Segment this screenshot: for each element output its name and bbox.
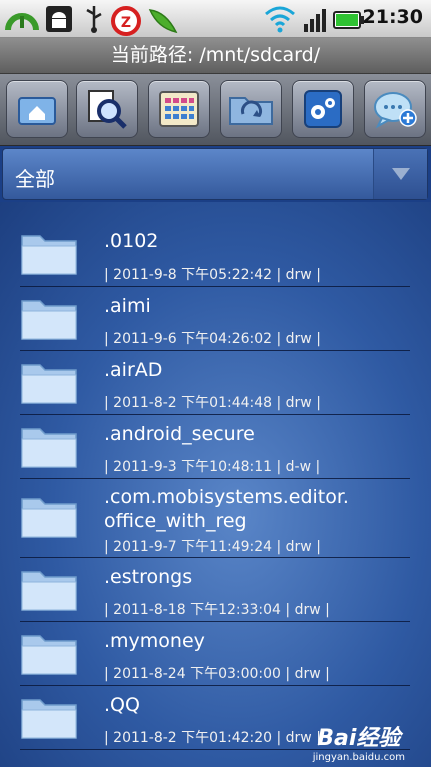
file-list: .0102 | 2011-9-8 下午05:22:42 | drw | .aim… [0,202,431,767]
file-meta: | 2011-9-7 下午11:49:24 | drw | [104,539,321,555]
file-meta: | 2011-9-8 下午05:22:42 | drw | [104,267,321,283]
watermark-logo: Bai经验 [317,726,401,751]
watermark-url: jingyan.baidu.com [312,752,405,763]
file-name: .QQ [104,694,140,716]
list-item[interactable]: .com.mobisystems.editor. office_with_reg… [20,479,410,558]
folder-icon [21,699,77,739]
wifi-icon [265,6,295,33]
usb-icon [86,6,102,33]
folder-icon [21,235,77,275]
list-item[interactable]: .estrongs | 2011-8-18 下午12:33:04 | drw | [20,558,410,622]
file-name: .estrongs [104,566,193,588]
list-item[interactable]: .aimi | 2011-9-6 下午04:26:02 | drw | [20,287,410,351]
status-ring-icon [5,13,39,31]
clock: 21:30 [362,6,423,28]
home-icon [18,97,56,125]
peapod-icon [148,9,178,34]
folder-icon [21,428,77,468]
file-name-line2: office_with_reg [104,510,247,532]
folder-refresh-icon [229,97,273,125]
signal-icon [304,9,326,32]
watermark: Bai经验 jingyan.baidu.com [313,720,405,763]
list-item[interactable]: .android_secure | 2011-9-3 下午10:48:11 | … [20,415,410,479]
tools-icon [304,90,342,128]
folder-icon [21,300,77,340]
current-path: 当前路径: /mnt/sdcard/ [0,38,431,74]
file-name: .airAD [104,359,163,381]
battery-icon [333,11,364,29]
chat-add-button[interactable] [364,80,426,138]
file-name-line1: .com.mobisystems.editor. [104,486,349,508]
folder-icon [21,498,77,538]
dropdown-toggle[interactable] [373,149,427,199]
file-name: .mymoney [104,630,205,652]
file-meta: | 2011-9-3 下午10:48:11 | d-w | [104,459,321,475]
chevron-down-icon [392,168,410,180]
file-meta: | 2011-8-2 下午01:42:20 | drw | [104,730,321,746]
filter-dropdown[interactable]: 全部 [2,148,428,200]
filter-selected: 全部 [15,167,55,191]
folder-icon [21,364,77,404]
chat-add-icon [374,92,417,129]
file-name: .0102 [104,230,159,252]
svg-text:Z: Z [121,15,131,31]
refresh-folder-button[interactable] [220,80,282,138]
folder-icon [21,571,77,611]
file-meta: | 2011-8-2 下午01:44:48 | drw | [104,395,321,411]
grid-icon [159,91,199,127]
file-name: .android_secure [104,423,255,445]
status-bar: Z 21:30 [0,0,431,38]
view-mode-button[interactable] [148,80,210,138]
toolbar [0,74,431,146]
file-meta: | 2011-8-24 下午03:00:00 | drw | [104,666,330,682]
folder-icon [21,635,77,675]
android-icon [46,6,72,32]
list-item[interactable]: .airAD | 2011-8-2 下午01:44:48 | drw | [20,351,410,415]
file-meta: | 2011-9-6 下午04:26:02 | drw | [104,331,321,347]
file-meta: | 2011-8-18 下午12:33:04 | drw | [104,602,330,618]
list-item[interactable]: .0102 | 2011-9-8 下午05:22:42 | drw | [20,222,410,287]
tools-button[interactable] [292,80,354,138]
list-item[interactable]: .mymoney | 2011-8-24 下午03:00:00 | drw | [20,622,410,686]
home-button[interactable] [6,80,68,138]
search-button[interactable] [76,80,138,138]
alarm-clock-icon: Z [111,6,141,36]
search-icon [88,90,127,129]
file-name: .aimi [104,295,151,317]
